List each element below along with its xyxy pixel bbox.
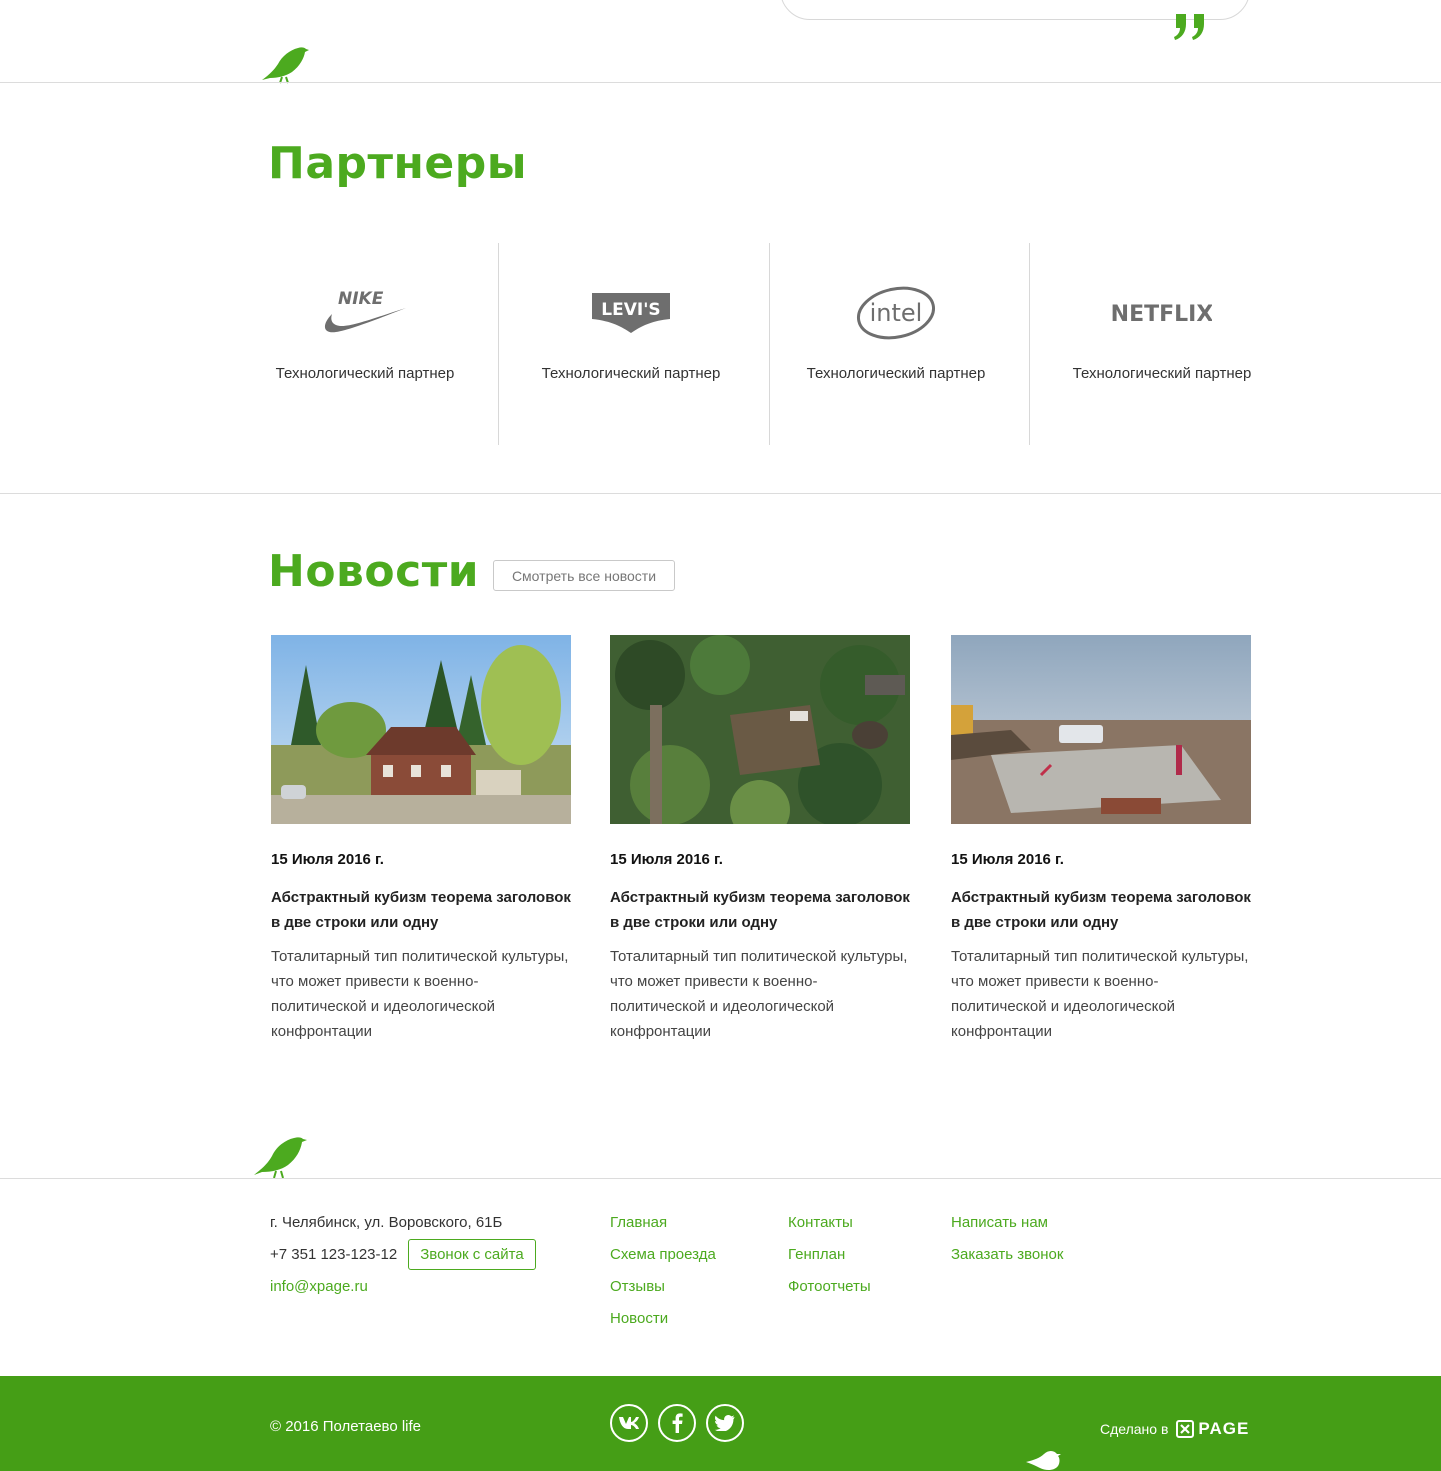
all-news-button[interactable]: Смотреть все новости bbox=[493, 560, 675, 591]
news-headline[interactable]: Абстрактный кубизм теорема заголовок в д… bbox=[951, 885, 1251, 935]
footer-link-masterplan[interactable]: Генплан bbox=[788, 1244, 845, 1266]
copyright-text: © 2016 Полетаево life bbox=[270, 1418, 422, 1435]
news-photo-aerial[interactable] bbox=[610, 635, 910, 824]
news-date: 15 Июля 2016 г. bbox=[951, 851, 1064, 868]
divider bbox=[1029, 243, 1030, 445]
footer-link-order-call[interactable]: Заказать звонок bbox=[951, 1244, 1063, 1266]
news-card[interactable]: 15 Июля 2016 г. Абстрактный кубизм теоре… bbox=[610, 635, 910, 1044]
xpage-x-icon bbox=[1176, 1420, 1195, 1438]
divider bbox=[0, 82, 1441, 83]
divider bbox=[0, 1178, 1441, 1179]
footer-bottom-bar: © 2016 Полетаево life Сделано в PAGE bbox=[0, 1376, 1441, 1471]
xpage-text: PAGE bbox=[1198, 1419, 1250, 1438]
email-link[interactable]: info@xpage.ru bbox=[270, 1276, 368, 1298]
nike-logo-icon: NIKE bbox=[324, 289, 406, 333]
footer-link-reviews[interactable]: Отзывы bbox=[610, 1276, 665, 1298]
news-excerpt: Тоталитарный тип политической культуры, … bbox=[271, 948, 569, 1040]
news-title: Новости bbox=[268, 546, 480, 597]
partners-list: NIKE Технологический партнер LEVI'S Техн… bbox=[270, 243, 1251, 445]
news-headline[interactable]: Абстрактный кубизм теорема заголовок в д… bbox=[271, 885, 571, 935]
news-date: 15 Июля 2016 г. bbox=[271, 851, 384, 868]
partner-nike[interactable]: NIKE Технологический партнер bbox=[270, 243, 460, 445]
partner-caption: Технологический партнер bbox=[1072, 365, 1252, 382]
news-date: 15 Июля 2016 г. bbox=[610, 851, 723, 868]
partner-intel[interactable]: intel Технологический партнер bbox=[801, 243, 991, 445]
news-excerpt: Тоталитарный тип политической культуры, … bbox=[951, 948, 1249, 1040]
bird-white-icon bbox=[1026, 1451, 1061, 1471]
svg-text:NIKE: NIKE bbox=[338, 289, 384, 309]
footer-link-write-us[interactable]: Написать нам bbox=[951, 1212, 1048, 1234]
news-card[interactable]: 15 Июля 2016 г. Абстрактный кубизм теоре… bbox=[951, 635, 1251, 1044]
divider bbox=[498, 243, 499, 445]
made-in-text: Сделано в bbox=[1100, 1421, 1169, 1437]
footer-link-news[interactable]: Новости bbox=[610, 1308, 668, 1330]
quote-icon bbox=[1174, 14, 1204, 40]
made-in-xpage[interactable]: Сделано в PAGE bbox=[1100, 1419, 1249, 1439]
partner-caption: Технологический партнер bbox=[275, 365, 455, 382]
vk-icon[interactable] bbox=[610, 1404, 648, 1442]
xpage-logo: PAGE bbox=[1176, 1419, 1249, 1439]
twitter-icon[interactable] bbox=[706, 1404, 744, 1442]
netflix-logo-icon: NETFLIX bbox=[1112, 302, 1212, 327]
partners-title: Партнеры bbox=[268, 138, 528, 189]
divider bbox=[0, 493, 1441, 494]
news-photo-foundation[interactable] bbox=[951, 635, 1251, 824]
footer-link-home[interactable]: Главная bbox=[610, 1212, 667, 1234]
divider bbox=[769, 243, 770, 445]
bird-logo-icon bbox=[254, 1137, 307, 1179]
partner-levis[interactable]: LEVI'S Технологический партнер bbox=[536, 243, 726, 445]
footer-nav-2: Контакты Генплан Фотоотчеты bbox=[788, 1212, 871, 1308]
news-photo-house[interactable] bbox=[271, 635, 571, 824]
footer-link-photoreports[interactable]: Фотоотчеты bbox=[788, 1276, 871, 1298]
intel-logo-icon: intel bbox=[856, 286, 936, 340]
call-request-button[interactable]: Звонок с сайта bbox=[408, 1239, 536, 1270]
levis-logo-icon: LEVI'S bbox=[592, 293, 670, 333]
news-headline[interactable]: Абстрактный кубизм теорема заголовок в д… bbox=[610, 885, 910, 935]
phone-text: +7 351 123-123-12 bbox=[270, 1246, 398, 1263]
footer-nav-1: Главная Схема проезда Отзывы Новости bbox=[610, 1212, 716, 1340]
partner-caption: Технологический партнер bbox=[541, 365, 721, 382]
news-excerpt: Тоталитарный тип политической культуры, … bbox=[610, 948, 908, 1040]
footer-nav-3: Написать нам Заказать звонок bbox=[951, 1212, 1063, 1276]
footer-contacts: г. Челябинск, ул. Воровского, 61Б +7 351… bbox=[270, 1212, 536, 1308]
svg-text:intel: intel bbox=[870, 299, 923, 327]
svg-text:NETFLIX: NETFLIX bbox=[1112, 302, 1212, 327]
bird-logo-icon bbox=[262, 47, 309, 84]
address-text: г. Челябинск, ул. Воровского, 61Б bbox=[270, 1214, 503, 1231]
facebook-icon[interactable] bbox=[658, 1404, 696, 1442]
news-card[interactable]: 15 Июля 2016 г. Абстрактный кубизм теоре… bbox=[271, 635, 571, 1044]
partner-caption: Технологический партнер bbox=[806, 365, 986, 382]
partner-netflix[interactable]: NETFLIX Технологический партнер bbox=[1067, 243, 1257, 445]
footer-link-directions[interactable]: Схема проезда bbox=[610, 1244, 716, 1266]
svg-text:LEVI'S: LEVI'S bbox=[601, 300, 660, 320]
footer-link-contacts[interactable]: Контакты bbox=[788, 1212, 853, 1234]
